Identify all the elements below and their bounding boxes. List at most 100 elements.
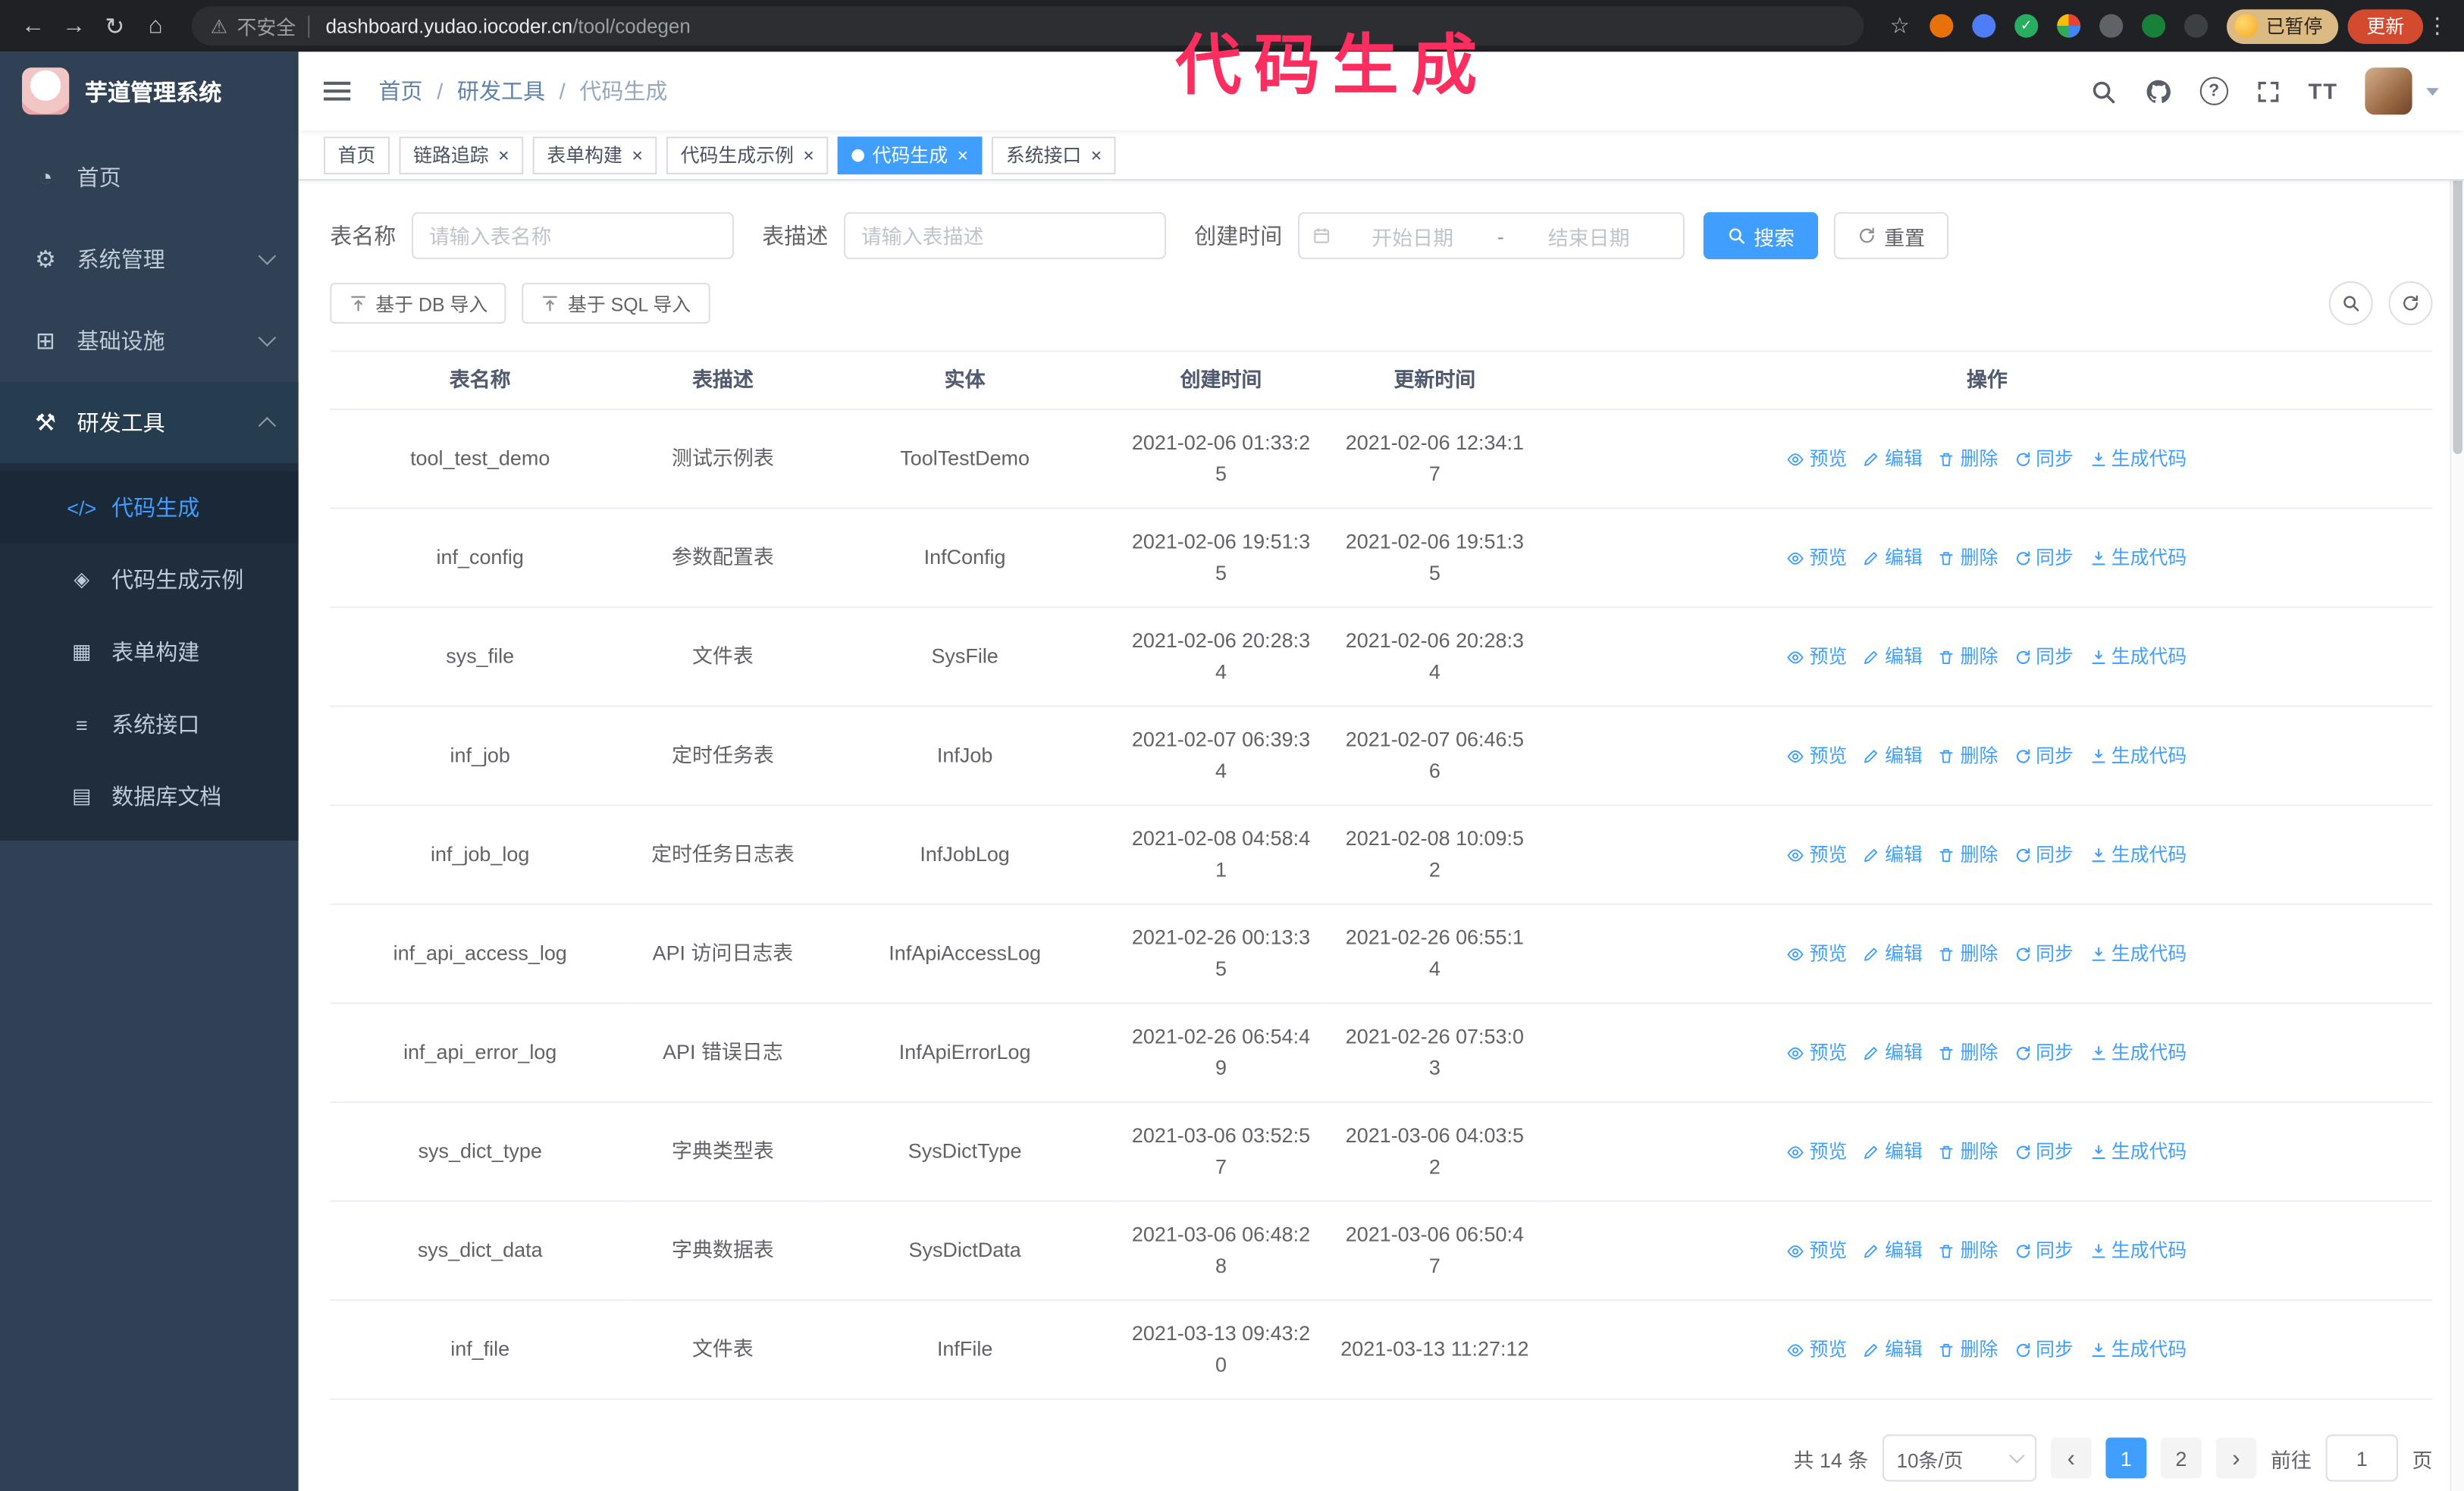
close-icon[interactable]: × bbox=[498, 146, 509, 164]
address-bar[interactable]: ⚠ 不安全 dashboard.yudao.iocoder.cn/tool/co… bbox=[191, 6, 1864, 46]
goto-page-input[interactable] bbox=[2325, 1434, 2398, 1482]
extension-icon[interactable] bbox=[2057, 14, 2081, 38]
delete-link[interactable]: 删除 bbox=[1939, 1334, 1998, 1365]
help-icon[interactable]: ? bbox=[2199, 77, 2228, 105]
paused-badge[interactable]: 已暂停 bbox=[2226, 8, 2339, 43]
refresh-table-button[interactable] bbox=[2388, 281, 2433, 326]
sidebar-subitem-db-doc[interactable]: ▤ 数据库文档 bbox=[0, 760, 299, 832]
scrollbar[interactable] bbox=[2450, 52, 2464, 1491]
sync-link[interactable]: 同步 bbox=[2014, 443, 2074, 475]
sync-link[interactable]: 同步 bbox=[2014, 1037, 2074, 1068]
tag-5[interactable]: 系统接口 × bbox=[992, 136, 1116, 174]
sync-link[interactable]: 同步 bbox=[2014, 641, 2074, 672]
sidebar-item-home[interactable]: ◔ 首页 bbox=[0, 136, 299, 218]
preview-link[interactable]: 预览 bbox=[1788, 542, 1847, 573]
user-avatar[interactable] bbox=[2365, 67, 2412, 115]
sync-link[interactable]: 同步 bbox=[2014, 1334, 2074, 1365]
reset-button[interactable]: 重置 bbox=[1833, 211, 1949, 259]
delete-link[interactable]: 删除 bbox=[1939, 641, 1998, 672]
generate-code-link[interactable]: 生成代码 bbox=[2089, 1136, 2187, 1167]
import-db-button[interactable]: 基于 DB 导入 bbox=[330, 283, 507, 324]
tag-0[interactable]: 首页 bbox=[323, 136, 390, 174]
extension-icon[interactable] bbox=[1972, 14, 1996, 38]
extension-icon[interactable] bbox=[2099, 14, 2124, 38]
sync-link[interactable]: 同步 bbox=[2014, 1136, 2074, 1167]
close-icon[interactable]: × bbox=[632, 146, 643, 164]
tag-4[interactable]: 代码生成 × bbox=[837, 136, 983, 174]
table-name-input[interactable] bbox=[412, 211, 734, 259]
search-button[interactable]: 搜索 bbox=[1703, 211, 1819, 259]
edit-link[interactable]: 编辑 bbox=[1863, 1136, 1923, 1167]
page-size-select[interactable]: 10条/页 bbox=[1882, 1434, 2037, 1482]
edit-link[interactable]: 编辑 bbox=[1863, 443, 1923, 475]
date-range-picker[interactable]: 开始日期 - 结束日期 bbox=[1298, 211, 1685, 259]
close-icon[interactable]: × bbox=[958, 146, 969, 164]
font-size-icon[interactable]: TT bbox=[2309, 79, 2339, 104]
sidebar-subitem-codegen[interactable]: </> 代码生成 bbox=[0, 471, 299, 544]
preview-link[interactable]: 预览 bbox=[1788, 1334, 1847, 1365]
extension-icon[interactable]: ✓ bbox=[2014, 14, 2039, 38]
edit-link[interactable]: 编辑 bbox=[1863, 938, 1923, 969]
preview-link[interactable]: 预览 bbox=[1788, 641, 1847, 672]
generate-code-link[interactable]: 生成代码 bbox=[2089, 1235, 2187, 1266]
delete-link[interactable]: 删除 bbox=[1939, 542, 1998, 573]
preview-link[interactable]: 预览 bbox=[1788, 839, 1847, 870]
close-icon[interactable]: × bbox=[1091, 146, 1102, 164]
generate-code-link[interactable]: 生成代码 bbox=[2089, 740, 2187, 771]
generate-code-link[interactable]: 生成代码 bbox=[2089, 839, 2187, 870]
sync-link[interactable]: 同步 bbox=[2014, 938, 2074, 969]
preview-link[interactable]: 预览 bbox=[1788, 443, 1847, 475]
tag-1[interactable]: 链路追踪 × bbox=[399, 136, 524, 174]
import-sql-button[interactable]: 基于 SQL 导入 bbox=[522, 283, 710, 324]
breadcrumb-item[interactable]: 首页 bbox=[379, 75, 423, 106]
chevron-down-icon[interactable] bbox=[2426, 87, 2439, 96]
extension-icon[interactable] bbox=[2142, 14, 2166, 38]
edit-link[interactable]: 编辑 bbox=[1863, 1235, 1923, 1266]
edit-link[interactable]: 编辑 bbox=[1863, 542, 1923, 573]
back-icon[interactable]: ← bbox=[13, 13, 54, 39]
preview-link[interactable]: 预览 bbox=[1788, 938, 1847, 969]
close-icon[interactable]: × bbox=[803, 146, 814, 164]
next-page-button[interactable]: › bbox=[2215, 1437, 2257, 1479]
generate-code-link[interactable]: 生成代码 bbox=[2089, 938, 2187, 969]
generate-code-link[interactable]: 生成代码 bbox=[2089, 542, 2187, 573]
generate-code-link[interactable]: 生成代码 bbox=[2089, 443, 2187, 475]
edit-link[interactable]: 编辑 bbox=[1863, 641, 1923, 672]
extensions-puzzle-icon[interactable] bbox=[2183, 14, 2209, 38]
delete-link[interactable]: 删除 bbox=[1939, 1136, 1998, 1167]
preview-link[interactable]: 预览 bbox=[1788, 1037, 1847, 1068]
update-button[interactable]: 更新 bbox=[2347, 8, 2424, 43]
toggle-search-button[interactable] bbox=[2328, 281, 2373, 326]
delete-link[interactable]: 删除 bbox=[1939, 839, 1998, 870]
sidebar-item-infra[interactable]: ⊞ 基础设施 bbox=[0, 300, 299, 382]
prev-page-button[interactable]: ‹ bbox=[2050, 1437, 2092, 1479]
table-desc-input[interactable] bbox=[844, 211, 1166, 259]
generate-code-link[interactable]: 生成代码 bbox=[2089, 1334, 2187, 1365]
delete-link[interactable]: 删除 bbox=[1939, 740, 1998, 771]
delete-link[interactable]: 删除 bbox=[1939, 443, 1998, 475]
preview-link[interactable]: 预览 bbox=[1788, 1136, 1847, 1167]
sync-link[interactable]: 同步 bbox=[2014, 740, 2074, 771]
home-icon[interactable]: ⌂ bbox=[135, 13, 176, 39]
sidebar-item-system[interactable]: ⚙ 系统管理 bbox=[0, 218, 299, 300]
edit-link[interactable]: 编辑 bbox=[1863, 1037, 1923, 1068]
bookmark-star-icon[interactable]: ☆ bbox=[1879, 13, 1920, 39]
page-button-2[interactable]: 2 bbox=[2160, 1437, 2202, 1479]
generate-code-link[interactable]: 生成代码 bbox=[2089, 641, 2187, 672]
preview-link[interactable]: 预览 bbox=[1788, 1235, 1847, 1266]
tag-2[interactable]: 表单构建 × bbox=[532, 136, 657, 174]
breadcrumb-item[interactable]: 研发工具 bbox=[457, 75, 545, 106]
github-icon[interactable] bbox=[2143, 77, 2173, 106]
sidebar-subitem-form-builder[interactable]: ▦ 表单构建 bbox=[0, 616, 299, 688]
tag-3[interactable]: 代码生成示例 × bbox=[666, 136, 829, 174]
edit-link[interactable]: 编辑 bbox=[1863, 740, 1923, 771]
sidebar-subitem-system-api[interactable]: ≡ 系统接口 bbox=[0, 688, 299, 760]
search-icon[interactable] bbox=[2089, 78, 2116, 105]
app-logo[interactable]: 芋道管理系统 bbox=[0, 52, 299, 130]
fullscreen-icon[interactable] bbox=[2255, 78, 2281, 105]
preview-link[interactable]: 预览 bbox=[1788, 740, 1847, 771]
extension-icon[interactable] bbox=[1930, 14, 1954, 38]
edit-link[interactable]: 编辑 bbox=[1863, 1334, 1923, 1365]
sync-link[interactable]: 同步 bbox=[2014, 1235, 2074, 1266]
hamburger-icon[interactable] bbox=[321, 70, 354, 111]
